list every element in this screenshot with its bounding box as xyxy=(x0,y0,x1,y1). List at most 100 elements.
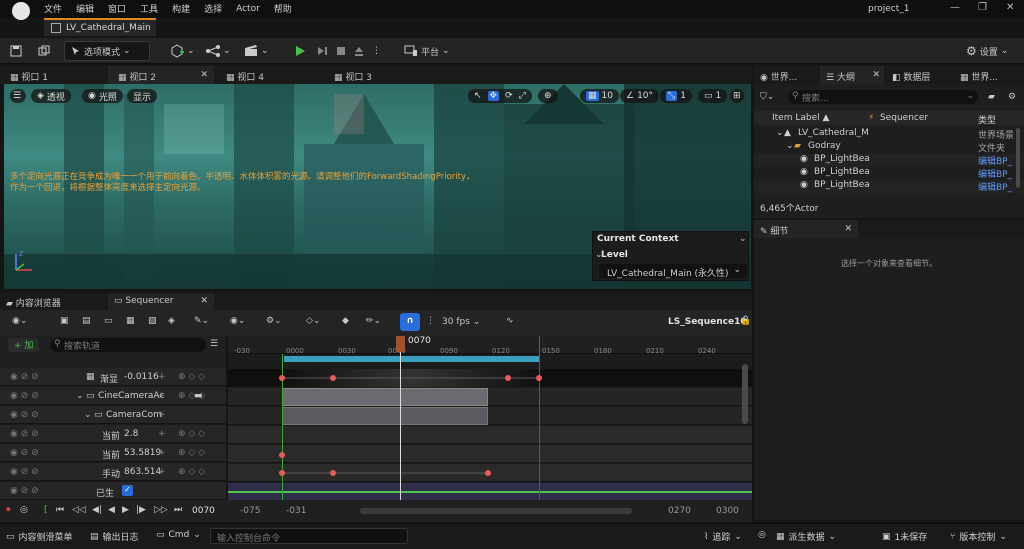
outliner-scrollbar[interactable] xyxy=(1016,128,1020,188)
outliner-row[interactable]: ◉ BP_LightBea 编辑BP_ xyxy=(754,167,1024,180)
add-track-button[interactable]: + 加 xyxy=(8,338,40,352)
mode-dropdown[interactable]: 选项模式 ⌄ xyxy=(64,41,150,61)
outliner-row[interactable]: ◉ BP_LightBea 编辑BP_ xyxy=(754,180,1024,193)
tab-content-browser[interactable]: ▰ 内容浏览器 xyxy=(0,293,104,310)
track-search-input[interactable]: ⚲ 搜索轨道 xyxy=(50,338,206,352)
tab-viewport-3[interactable]: ▦ 视口 3 xyxy=(324,66,430,84)
menu-help[interactable]: 帮助 xyxy=(274,2,292,15)
world-local-icon[interactable]: ⊕ xyxy=(538,89,558,103)
restore-icon[interactable]: ❐ xyxy=(978,2,987,13)
tab-viewport-1[interactable]: ▦ 视口 1 xyxy=(0,66,106,84)
render-icon[interactable]: ▦ xyxy=(126,316,135,326)
keyframe[interactable] xyxy=(279,470,285,476)
track-visibility-icons[interactable]: ◉ ⊘ ⊘ xyxy=(10,429,39,439)
filter-icon[interactable]: ☰ xyxy=(210,339,218,349)
track-visibility-icons[interactable]: ◉ ⊘ ⊘ xyxy=(10,486,39,496)
outliner-settings-icon[interactable]: ⚙ xyxy=(1008,92,1016,102)
curve-editor-icon[interactable]: ∿ xyxy=(506,316,514,326)
track-value[interactable]: 863.514 xyxy=(124,467,161,477)
track-row[interactable]: ◉ ⊘ ⊘ 当前 53.5819 + ⊕ ◇ ◇ xyxy=(0,444,226,462)
lock-icon[interactable]: 🔒 xyxy=(740,316,751,326)
skip-end-icon[interactable]: ⏭ xyxy=(174,505,182,515)
track-visibility-icons[interactable]: ◉ ⊘ ⊘ xyxy=(10,410,39,420)
diamond-icon[interactable]: ◇⌄ xyxy=(306,316,320,326)
move-icon[interactable]: ✥ xyxy=(487,91,500,101)
add-track-icon[interactable]: + xyxy=(158,391,166,401)
track-row[interactable]: ◉ ⊘ ⊘ ⌄ ▭ CineCameraAc + ⊕ ◇ ◇ ▬ xyxy=(0,387,226,405)
playhead-handle[interactable] xyxy=(396,336,405,352)
wrench-icon[interactable]: ✎⌄ xyxy=(194,316,209,326)
playhead-line[interactable] xyxy=(400,336,401,500)
show-button[interactable]: 显示 xyxy=(127,89,158,103)
menu-build[interactable]: 构建 xyxy=(172,2,190,15)
close-tab-icon[interactable]: ✕ xyxy=(872,70,880,80)
track-row[interactable]: ◉ ⊘ ⊘ ⌄ ▭ CameraCom + xyxy=(0,406,226,424)
time-range-slider[interactable] xyxy=(360,508,632,514)
tab-viewport-4[interactable]: ▦ 视口 4 xyxy=(216,66,322,84)
close-tab-icon[interactable]: ✕ xyxy=(200,70,208,80)
camera-speed[interactable]: ▭ 1 xyxy=(698,89,728,103)
keyframe-icon[interactable]: ◈ xyxy=(168,316,175,326)
menu-window[interactable]: 窗口 xyxy=(108,2,126,15)
outliner-row[interactable]: ⌄ ▲ LV_Cathedral_M 世界场景 xyxy=(754,128,1024,141)
derived-data-button[interactable]: ▦ 派生数据 ⌄ xyxy=(776,530,836,544)
filter-icon[interactable]: ⛉⌄ xyxy=(760,92,774,102)
collapse-icon[interactable]: ⌄ xyxy=(739,234,747,244)
unsaved-button[interactable]: ▣ 1未保存 xyxy=(882,530,927,544)
menu-select[interactable]: 选择 xyxy=(204,2,222,15)
next-key-icon[interactable]: ▷▷ xyxy=(154,505,168,515)
add-track-icon[interactable]: + xyxy=(158,410,166,420)
revision-control-icon[interactable]: ◎ xyxy=(758,530,766,540)
menu-file[interactable]: 文件 xyxy=(44,2,62,15)
eject-icon[interactable] xyxy=(354,41,364,61)
content-drawer-button[interactable]: ▭ 内容侧滑菜单 xyxy=(6,530,73,544)
outliner-row[interactable]: ◉ BP_LightBea 编辑BP_ xyxy=(754,154,1024,167)
fps-dropdown[interactable]: 30 fps ⌄ xyxy=(442,317,480,327)
keyframe[interactable] xyxy=(485,470,491,476)
expand-icon[interactable]: ⌄ xyxy=(786,141,794,151)
viewport-menu-button[interactable]: ☰ xyxy=(10,89,26,103)
tab-details[interactable]: ✎ 细节 ✕ xyxy=(754,220,858,238)
prev-key-icon[interactable]: ◁◁ xyxy=(72,505,86,515)
range-end[interactable]: 0300 xyxy=(716,506,739,516)
key-nav-icons[interactable]: ⊕ ◇ ◇ xyxy=(178,467,205,477)
camera-cut-icon[interactable]: ▬ xyxy=(194,391,203,401)
stop-icon[interactable] xyxy=(336,41,346,61)
next-frame-icon[interactable]: |▶ xyxy=(136,505,146,515)
film-icon[interactable]: ▧ xyxy=(148,316,157,326)
skip-start-icon[interactable]: ⏮ xyxy=(56,505,64,515)
record-icon[interactable]: ⏺ xyxy=(6,505,11,515)
time-ruler[interactable]: -030 0000 0030 0060 0090 0120 0150 0180 … xyxy=(228,336,752,355)
add-actor-icon[interactable]: ⌄ xyxy=(170,41,195,61)
tab-viewport-2[interactable]: ▦ 视口 2 ✕ xyxy=(108,66,214,84)
magnet-snap-icon[interactable]: ∩ xyxy=(400,313,420,331)
loop-icon[interactable]: ◎ xyxy=(20,505,28,515)
level-viewport[interactable]: ☰ ◈ 透视 ◉ 光照 显示 ↖ ✥ ⟳ ⤢ ⊕ ▦ 10 ∠ 10° ⤡ 1 ▭ 1 ⊞ … xyxy=(4,84,751,289)
column-type[interactable]: 类型 xyxy=(978,113,996,126)
track-visibility-icons[interactable]: ◉ ⊘ ⊘ xyxy=(10,467,39,477)
world-icon[interactable]: ◉⌄ xyxy=(12,316,27,326)
source-control-button[interactable]: ⑂ 版本控制 ⌄ xyxy=(950,530,1007,544)
add-key-icon[interactable]: + xyxy=(158,372,166,382)
track-value[interactable]: 2.8 xyxy=(124,429,138,439)
track-value[interactable]: 53.5819 xyxy=(124,448,161,458)
settings-button[interactable]: ⚙ 设置 ⌄ xyxy=(966,41,1008,61)
column-sequencer[interactable]: Sequencer xyxy=(880,113,928,123)
scale-snap[interactable]: ⤡ 1 xyxy=(660,89,692,103)
play-options-icon[interactable]: ⋮ xyxy=(372,41,381,61)
gear-icon[interactable]: ⚙⌄ xyxy=(266,316,282,326)
level-dropdown[interactable]: LV_Cathedral_Main (永久性) ⌄ xyxy=(599,264,747,279)
outliner-row-type-link[interactable]: 编辑BP_ xyxy=(978,167,1012,180)
outliner-row-type-link[interactable]: 编辑BP_ xyxy=(978,154,1012,167)
eye-icon[interactable]: ◉⌄ xyxy=(230,316,245,326)
expand-icon[interactable]: ⌄ xyxy=(776,128,784,138)
tab-world-partition[interactable]: ▦ 世界... xyxy=(954,66,1020,84)
brush-icon[interactable]: ✏⌄ xyxy=(366,316,381,326)
track-visibility-icons[interactable]: ◉ ⊘ ⊘ xyxy=(10,372,39,382)
keyframe[interactable] xyxy=(330,470,336,476)
outliner-search-input[interactable]: ⚲ 搜索... ⌄ xyxy=(788,90,978,104)
keyframe[interactable] xyxy=(279,452,285,458)
keyframe[interactable] xyxy=(505,375,511,381)
tab-data-layers[interactable]: ◧ 数据层 xyxy=(886,66,952,84)
expand-icon[interactable]: ⌄ xyxy=(76,391,84,401)
